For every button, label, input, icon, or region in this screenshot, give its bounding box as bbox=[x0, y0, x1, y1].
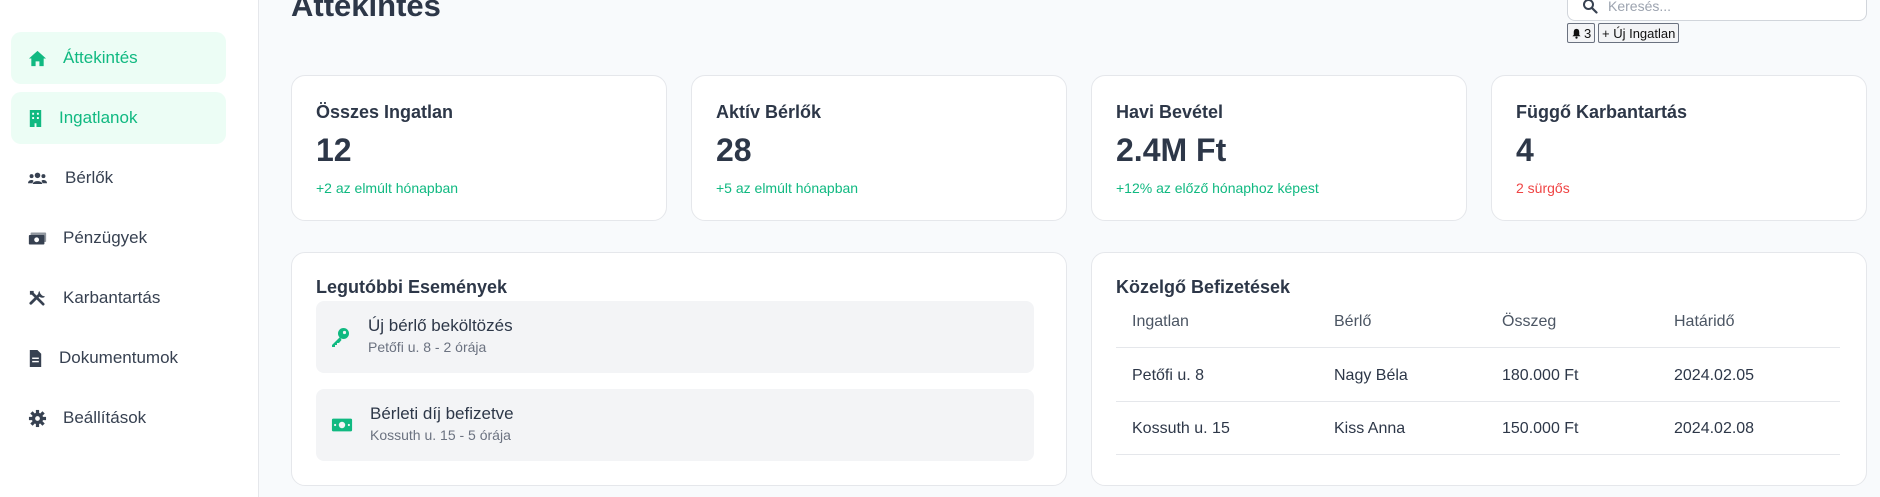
stat-title: Havi Bevétel bbox=[1116, 102, 1224, 122]
table-cell: 2024.02.05 bbox=[1674, 366, 1755, 384]
stat-card-tenants: Aktív Bérlők 28 +5 az elmúlt hónapban bbox=[691, 75, 1067, 221]
table-cell: Nagy Béla bbox=[1334, 366, 1408, 384]
event-subtitle: Petőfi u. 8 - 2 órája bbox=[368, 339, 487, 355]
notifications-count: 3 bbox=[1584, 25, 1592, 41]
stat-note: +2 az elmúlt hónapban bbox=[316, 180, 459, 196]
column-header: Határidő bbox=[1674, 312, 1735, 330]
stat-value: 12 bbox=[316, 132, 352, 168]
table-row[interactable]: Kossuth u. 15 Kiss Anna 150.000 Ft 2024.… bbox=[1116, 402, 1840, 455]
column-header: Ingatlan bbox=[1132, 312, 1189, 330]
money-icon bbox=[330, 413, 354, 437]
table-cell: Petőfi u. 8 bbox=[1132, 366, 1205, 384]
sidebar-item-documents[interactable]: Dokumentumok bbox=[11, 332, 226, 384]
table-cell: Kiss Anna bbox=[1334, 419, 1406, 437]
stat-card-maintenance: Függő Karbantartás 4 2 sürgős bbox=[1491, 75, 1867, 221]
event-item[interactable]: Új bérlő beköltözés Petőfi u. 8 - 2 óráj… bbox=[316, 301, 1034, 373]
sidebar: Áttekintés Ingatlanok Bérlők Pénzügyek K… bbox=[0, 0, 259, 497]
sidebar-item-label: Áttekintés bbox=[63, 48, 138, 67]
stat-value: 28 bbox=[716, 132, 752, 168]
key-icon bbox=[328, 325, 352, 349]
notifications-button[interactable]: 3 bbox=[1567, 23, 1596, 43]
new-property-button[interactable]: + Új Ingatlan bbox=[1598, 23, 1680, 43]
stat-note: +12% az előző hónaphoz képest bbox=[1116, 180, 1319, 196]
page-title: Áttekintés bbox=[291, 0, 441, 23]
stat-card-revenue: Havi Bevétel 2.4M Ft +12% az előző hónap… bbox=[1091, 75, 1467, 221]
sidebar-item-overview[interactable]: Áttekintés bbox=[11, 32, 226, 84]
search-input[interactable] bbox=[1608, 0, 1848, 14]
sidebar-item-label: Karbantartás bbox=[63, 288, 161, 307]
table-cell: Kossuth u. 15 bbox=[1132, 419, 1230, 437]
stat-title: Függő Karbantartás bbox=[1516, 102, 1688, 122]
stat-value: 2.4M Ft bbox=[1116, 132, 1227, 168]
stat-card-properties: Összes Ingatlan 12 +2 az elmúlt hónapban bbox=[291, 75, 667, 221]
stat-title: Összes Ingatlan bbox=[316, 102, 454, 122]
search-box[interactable] bbox=[1567, 0, 1867, 21]
gear-icon bbox=[26, 407, 48, 429]
sidebar-item-label: Bérlők bbox=[65, 168, 114, 187]
table-header: Ingatlan Bérlő Összeg Határidő bbox=[1116, 295, 1840, 348]
money-icon bbox=[26, 227, 48, 249]
table-row[interactable]: Petőfi u. 8 Nagy Béla 180.000 Ft 2024.02… bbox=[1116, 349, 1840, 402]
sidebar-item-tenants[interactable]: Bérlők bbox=[11, 152, 226, 204]
column-header: Összeg bbox=[1502, 312, 1557, 330]
users-icon bbox=[26, 167, 48, 189]
stat-value: 4 bbox=[1516, 132, 1534, 168]
sidebar-item-settings[interactable]: Beállítások bbox=[11, 392, 226, 444]
event-subtitle: Kossuth u. 15 - 5 órája bbox=[370, 427, 511, 443]
section-title: Legutóbbi Események bbox=[316, 277, 508, 297]
column-header: Bérlő bbox=[1334, 312, 1372, 330]
search-icon bbox=[1582, 0, 1598, 14]
sidebar-item-label: Beállítások bbox=[63, 408, 147, 427]
home-icon bbox=[26, 47, 48, 69]
upcoming-payments-card: Közelgő Befizetések Ingatlan Bérlő Össze… bbox=[1091, 252, 1867, 486]
event-title: Bérleti díj befizetve bbox=[370, 404, 514, 423]
sidebar-item-label: Ingatlanok bbox=[59, 108, 138, 127]
sidebar-item-label: Pénzügyek bbox=[63, 228, 148, 247]
stat-note-urgent: 2 sürgős bbox=[1516, 180, 1570, 196]
table-cell: 2024.02.08 bbox=[1674, 419, 1755, 437]
table-cell: 150.000 Ft bbox=[1502, 419, 1579, 437]
document-icon bbox=[24, 347, 46, 369]
event-item[interactable]: Bérleti díj befizetve Kossuth u. 15 - 5 … bbox=[316, 389, 1034, 461]
sidebar-item-finances[interactable]: Pénzügyek bbox=[11, 212, 226, 264]
recent-events-card: Legutóbbi Események Új bérlő beköltözés … bbox=[291, 252, 1067, 486]
building-icon bbox=[24, 107, 46, 129]
sidebar-item-properties[interactable]: Ingatlanok bbox=[11, 92, 226, 144]
stat-title: Aktív Bérlők bbox=[716, 102, 822, 122]
sidebar-item-maintenance[interactable]: Karbantartás bbox=[11, 272, 226, 324]
event-title: Új bérlő beköltözés bbox=[368, 316, 513, 335]
table-cell: 180.000 Ft bbox=[1502, 366, 1579, 384]
stat-note: +5 az elmúlt hónapban bbox=[716, 180, 859, 196]
bell-icon bbox=[1571, 28, 1584, 39]
tools-icon bbox=[26, 287, 48, 309]
sidebar-item-label: Dokumentumok bbox=[59, 348, 179, 367]
